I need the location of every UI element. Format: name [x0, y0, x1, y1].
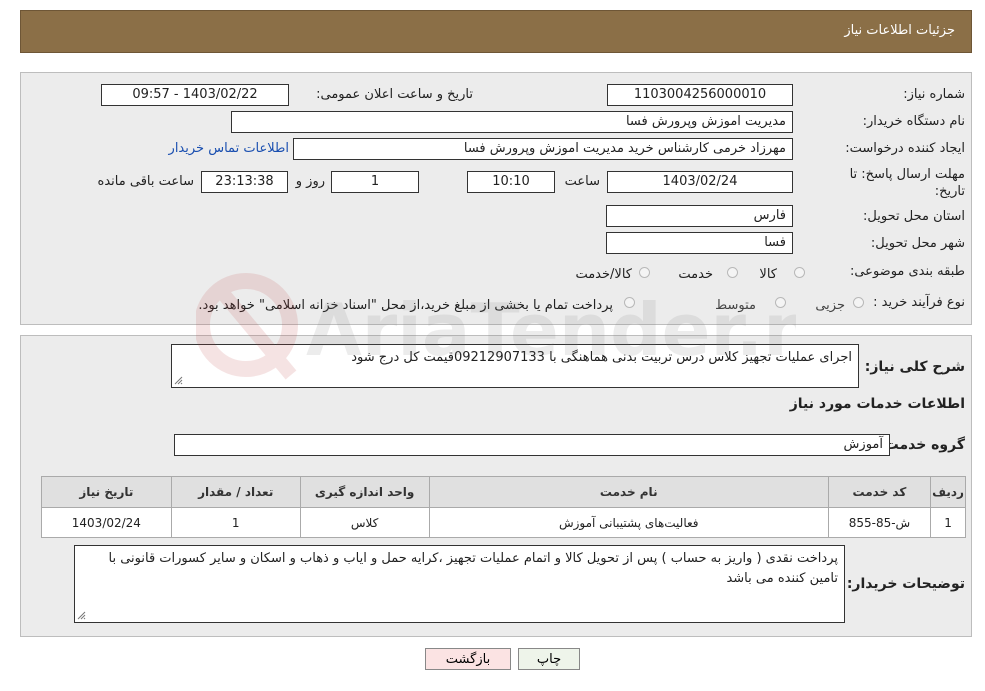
page-header: جزئیات اطلاعات نیاز: [20, 10, 972, 53]
cell-date: 1403/02/24: [41, 507, 172, 538]
province-label: استان محل تحویل:: [863, 209, 965, 224]
city-field: فسا: [606, 232, 793, 254]
process-type-label: نوع فرآیند خرید :: [873, 295, 965, 310]
service-group-field: آموزش: [174, 434, 890, 456]
page-title: جزئیات اطلاعات نیاز: [844, 23, 955, 38]
category-radio-goods[interactable]: [794, 267, 805, 278]
col-qty-header: تعداد / مقدار: [170, 476, 301, 508]
treasury-payment-note: پرداخت تمام یا بخشی از مبلغ خرید،از محل …: [198, 298, 613, 313]
col-name-header: نام خدمت: [428, 476, 829, 508]
resize-grip-icon[interactable]: [174, 376, 183, 385]
announce-datetime-field: 1403/02/22 - 09:57: [101, 84, 289, 106]
treasury-payment-checkbox[interactable]: [624, 297, 635, 308]
print-button[interactable]: چاپ: [518, 648, 580, 670]
col-date-header: تاریخ نیاز: [41, 476, 172, 508]
buyer-contact-link[interactable]: اطلاعات تماس خریدار: [169, 141, 289, 156]
resize-grip-icon[interactable]: [77, 611, 86, 620]
table-header-row: ردیف کد خدمت نام خدمت واحد اندازه گیری ت…: [41, 476, 966, 508]
category-option-service: خدمت: [678, 267, 713, 282]
cell-qty: 1: [170, 507, 301, 538]
days-remaining-field: 1: [331, 171, 419, 193]
cell-code: ش-85-855: [827, 507, 932, 538]
creator-field: مهرزاد خرمی کارشناس خرید مدیریت اموزش وپ…: [293, 138, 793, 160]
summary-text: اجرای عملیات تجهیز کلاس درس تربیت بدنی ه…: [351, 350, 852, 365]
deadline-label-date: تاریخ:: [934, 184, 965, 199]
cell-unit: کلاس: [299, 507, 430, 538]
buyer-notes-text: پرداخت نقدی ( واریز به حساب ) پس از تحوی…: [108, 551, 839, 586]
buyer-org-label: نام دستگاه خریدار:: [862, 114, 965, 129]
col-code-header: کد خدمت: [827, 476, 932, 508]
need-info-panel: شماره نیاز: 1103004256000010 تاریخ و ساع…: [20, 72, 972, 325]
category-radio-service[interactable]: [727, 267, 738, 278]
services-section-title: اطلاعات خدمات مورد نیاز: [789, 396, 965, 412]
deadline-time-label: ساعت: [564, 174, 600, 189]
need-number-field: 1103004256000010: [607, 84, 793, 106]
deadline-label: مهلت ارسال پاسخ: تا: [849, 167, 965, 182]
process-option-medium: متوسط: [715, 298, 756, 313]
buyer-org-field: مدیریت اموزش وپرورش فسا: [231, 111, 793, 133]
city-label: شهر محل تحویل:: [870, 236, 965, 251]
need-details-panel: شرح کلی نیاز: اجرای عملیات تجهیز کلاس در…: [20, 335, 972, 637]
back-button[interactable]: بازگشت: [425, 648, 511, 670]
deadline-time-field: 10:10: [467, 171, 555, 193]
service-group-label: گروه خدمت:: [879, 437, 965, 453]
announce-label: تاریخ و ساعت اعلان عمومی:: [316, 87, 473, 102]
services-table: ردیف کد خدمت نام خدمت واحد اندازه گیری ت…: [41, 476, 966, 538]
buyer-notes-label: توضیحات خریدار:: [846, 576, 965, 592]
col-row-header: ردیف: [930, 476, 966, 508]
deadline-date-field: 1403/02/24: [607, 171, 793, 193]
need-number-label: شماره نیاز:: [903, 87, 965, 102]
remaining-time-label: ساعت باقی مانده: [97, 174, 194, 189]
remaining-time-field: 23:13:38: [201, 171, 288, 193]
category-option-goods-service: کالا/خدمت: [575, 267, 632, 282]
cell-row: 1: [930, 507, 966, 538]
col-unit-header: واحد اندازه گیری: [299, 476, 430, 508]
creator-label: ایجاد کننده درخواست:: [845, 141, 965, 156]
buyer-notes-textarea[interactable]: پرداخت نقدی ( واریز به حساب ) پس از تحوی…: [74, 545, 845, 623]
province-field: فارس: [606, 205, 793, 227]
summary-label: شرح کلی نیاز:: [864, 359, 965, 375]
category-option-goods: کالا: [759, 267, 777, 282]
days-label: روز و: [295, 174, 325, 189]
process-option-minor: جزیی: [815, 298, 845, 313]
process-radio-medium[interactable]: [775, 297, 786, 308]
category-label: طبقه بندی موضوعی:: [849, 264, 965, 279]
summary-textarea[interactable]: اجرای عملیات تجهیز کلاس درس تربیت بدنی ه…: [171, 344, 859, 388]
cell-name: فعالیت‌های پشتیبانی آموزش: [428, 507, 829, 538]
table-row: 1 ش-85-855 فعالیت‌های پشتیبانی آموزش کلا…: [41, 507, 966, 538]
process-radio-minor[interactable]: [853, 297, 864, 308]
category-radio-goods-service[interactable]: [639, 267, 650, 278]
